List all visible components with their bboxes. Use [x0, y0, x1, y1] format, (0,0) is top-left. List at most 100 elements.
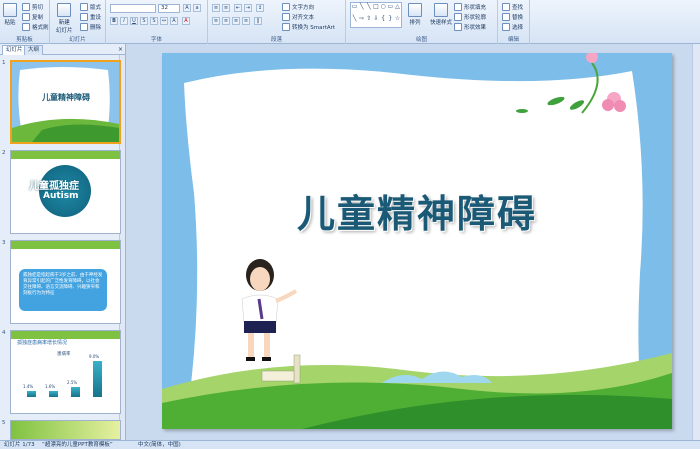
effects-icon: [454, 23, 462, 31]
slide-number: 5: [2, 420, 6, 426]
chart-data-label: 1.4%: [23, 384, 34, 390]
slides-group: 新建 幻灯片 版式 重设 删除 幻灯片: [50, 0, 106, 44]
binoculars-icon: [502, 3, 510, 11]
numbering-icon[interactable]: ≡: [222, 4, 230, 12]
shadow-icon[interactable]: S: [150, 17, 158, 25]
thumbnail-title: 儿童精神障碍: [42, 93, 90, 102]
font-size-select[interactable]: 32: [158, 4, 180, 13]
find-button[interactable]: 查找: [502, 3, 523, 11]
drawing-group: ▭ ╲ ╲ □ ○ ▭ △ ╲ ⇨ ⇧ ⇩{} ☆ 排列 快速样式 形状填充 形状轮廓 形状效果 绘…: [346, 0, 498, 44]
chart-data-label: 2.5%: [67, 380, 78, 385]
arrow-icon[interactable]: ⇨: [358, 15, 365, 27]
grow-font-icon[interactable]: A: [183, 4, 191, 12]
quick-styles-icon: [434, 3, 448, 17]
select-icon: [502, 23, 510, 31]
arrange-button[interactable]: 排列: [408, 3, 422, 26]
font-name-select[interactable]: [110, 4, 156, 13]
triangle-icon[interactable]: △: [394, 3, 401, 15]
star-icon[interactable]: ☆: [394, 15, 401, 27]
decrease-indent-icon[interactable]: ⇤: [234, 4, 242, 12]
spacing-icon[interactable]: ↔: [160, 17, 168, 25]
chart-bar: [93, 361, 102, 397]
line-icon[interactable]: ╲: [351, 15, 358, 27]
new-slide-button[interactable]: 新建 幻灯片: [56, 3, 73, 34]
bullets-icon[interactable]: ≡: [212, 4, 220, 12]
shrink-font-icon[interactable]: a: [193, 4, 201, 12]
align-text-button[interactable]: 对齐文本: [282, 13, 314, 21]
copy-icon: [22, 13, 30, 21]
copy-button[interactable]: 复制: [22, 13, 43, 21]
brace-icon[interactable]: {: [380, 15, 387, 27]
chart-title: 患病率: [57, 352, 71, 357]
outline-icon: [454, 13, 462, 21]
text-direction-button[interactable]: 文字方向: [282, 3, 314, 11]
rectangle-icon[interactable]: □: [372, 3, 379, 15]
line-icon[interactable]: ╲: [365, 3, 372, 15]
font-color-icon[interactable]: A: [182, 17, 190, 25]
align-center-icon[interactable]: ≡: [222, 17, 230, 25]
ribbon: 粘贴 剪切 复制 格式刷 剪贴板 新建 幻灯片 版式 重设 删除 幻灯片 32 …: [0, 0, 700, 44]
format-painter-button[interactable]: 格式刷: [22, 23, 49, 31]
chart-bar: [71, 387, 80, 397]
thumbnail-title: 孤独症患病率增长情况: [17, 340, 68, 346]
shape-effects-button[interactable]: 形状效果: [454, 23, 486, 31]
underline-icon[interactable]: U: [130, 17, 138, 25]
slides-panel: 幻灯片 大纲 × 1 儿童精神障碍 2 儿童孤独症 Autism 3 孤独症是指…: [0, 44, 126, 440]
delete-slide-button[interactable]: 删除: [80, 23, 101, 31]
slide-title[interactable]: 儿童精神障碍: [162, 183, 672, 238]
editing-group-label: 编辑: [507, 37, 519, 43]
font-group-label: 字体: [150, 37, 162, 43]
thumbnail-frame[interactable]: 儿童精神障碍: [10, 60, 121, 144]
thumbnail-header-bar: [11, 151, 120, 159]
rectangle-icon[interactable]: ▭: [387, 3, 394, 15]
thumbnail-frame[interactable]: [10, 420, 121, 440]
justify-icon[interactable]: ≡: [242, 17, 250, 25]
paragraph-group: ≡ ≡ ⇤ ⇥ ↕ ≡ ≡ ≡ ≡ ‖ 文字方向 对齐文本 转换为 SmartA…: [208, 0, 346, 44]
cut-button[interactable]: 剪切: [22, 3, 43, 11]
italic-icon[interactable]: I: [120, 17, 128, 25]
reset-button[interactable]: 重设: [80, 13, 101, 21]
paste-button[interactable]: 粘贴: [3, 3, 17, 26]
replace-button[interactable]: 替换: [502, 13, 523, 21]
arrow-icon[interactable]: ⇩: [372, 15, 379, 27]
strikethrough-icon[interactable]: S: [140, 17, 148, 25]
bold-icon[interactable]: B: [110, 17, 118, 25]
vertical-scrollbar[interactable]: [692, 44, 700, 440]
editing-group: 查找 替换 选择 编辑: [498, 0, 530, 44]
chart-bar: [49, 390, 58, 397]
shape-outline-button[interactable]: 形状轮廓: [454, 13, 486, 21]
line-spacing-icon[interactable]: ↕: [256, 4, 264, 12]
delete-icon: [80, 23, 88, 31]
arrow-icon[interactable]: ⇧: [365, 15, 372, 27]
increase-indent-icon[interactable]: ⇥: [244, 4, 252, 12]
brace-icon[interactable]: }: [387, 15, 394, 27]
thumbnail-frame[interactable]: 孤独症患病率增长情况 患病率 1.4% 1.6% 2.5% 9.0%: [10, 330, 121, 414]
align-text-icon: [282, 13, 290, 21]
status-bar: 幻灯片 1/73 “超漂亮的儿童PPT教育模板” 中文(简体，中国): [0, 440, 700, 449]
oval-icon[interactable]: ○: [380, 3, 387, 15]
slide-canvas[interactable]: 儿童精神障碍: [162, 53, 672, 429]
tab-slides[interactable]: 幻灯片: [2, 45, 27, 55]
line-icon[interactable]: ╲: [358, 3, 365, 15]
align-right-icon[interactable]: ≡: [232, 17, 240, 25]
chart-data-label: 1.6%: [45, 383, 56, 389]
slide-number: 2: [2, 150, 6, 156]
thumbnail-frame[interactable]: 儿童孤独症 Autism: [10, 150, 121, 234]
rectangle-icon[interactable]: ▭: [351, 3, 358, 15]
layout-icon: [80, 3, 88, 11]
select-button[interactable]: 选择: [502, 23, 523, 31]
layout-button[interactable]: 版式: [80, 3, 101, 11]
thumbnail-frame[interactable]: 孤独症是指起病于3岁之前、由于神经发育异常引起的广泛性发育障碍，以社会交往障碍、…: [10, 240, 121, 324]
smartart-button[interactable]: 转换为 SmartArt: [282, 23, 335, 31]
align-left-icon[interactable]: ≡: [212, 17, 220, 25]
shape-fill-button[interactable]: 形状填充: [454, 3, 486, 11]
change-case-icon[interactable]: A: [170, 17, 178, 25]
slide-background: [162, 53, 672, 429]
columns-icon[interactable]: ‖: [254, 17, 262, 25]
close-icon[interactable]: ×: [118, 46, 123, 53]
shapes-gallery[interactable]: ▭ ╲ ╲ □ ○ ▭ △ ╲ ⇨ ⇧ ⇩{} ☆: [350, 2, 402, 28]
tab-outline[interactable]: 大纲: [24, 45, 44, 55]
quick-styles-button[interactable]: 快速样式: [430, 3, 452, 26]
new-slide-icon: [57, 3, 72, 17]
language-indicator[interactable]: 中文(简体，中国): [138, 441, 181, 449]
